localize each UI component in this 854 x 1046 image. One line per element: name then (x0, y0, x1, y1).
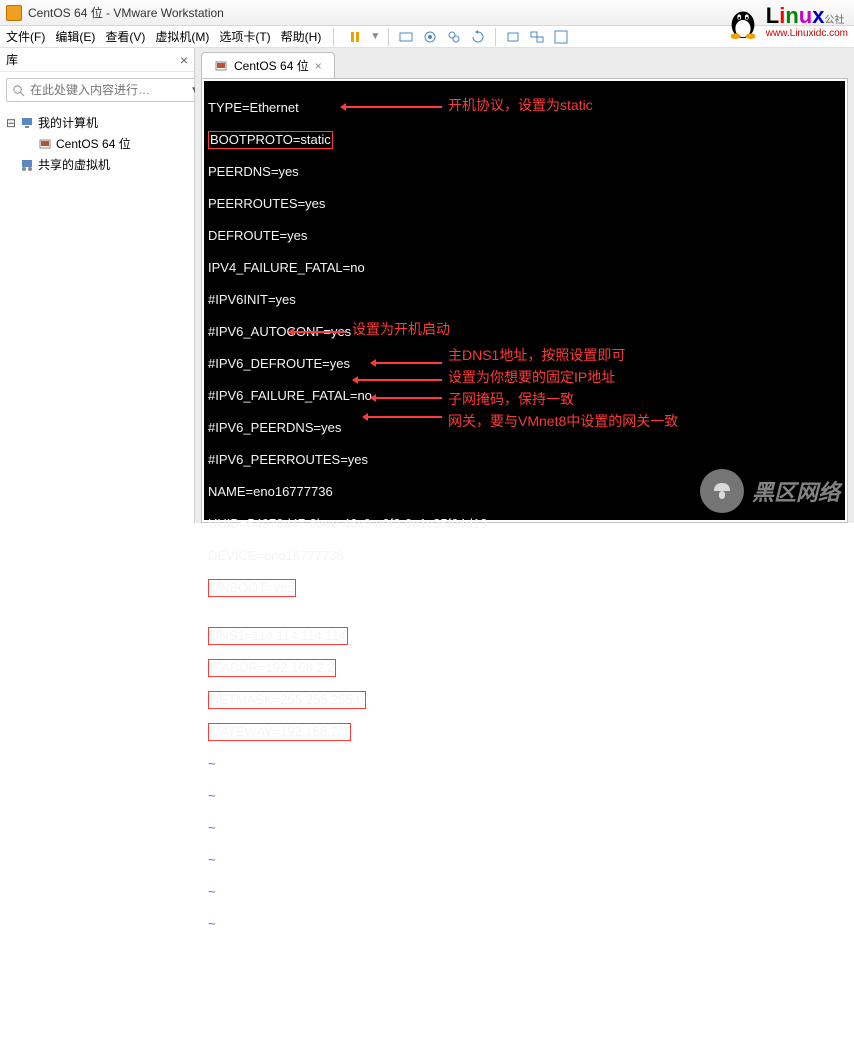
arrow-icon (364, 416, 442, 418)
snapshot-icon[interactable] (421, 28, 439, 46)
arrow-icon (354, 379, 442, 381)
highlight: DNS1=114.114.114.114 (208, 627, 348, 645)
fit-icon[interactable] (504, 28, 522, 46)
sidebar-header: 库 × (0, 48, 194, 72)
tree-label: CentOS 64 位 (56, 135, 131, 152)
terminal-tilde: ~ (208, 788, 841, 804)
terminal-line: #IPV6INIT=yes (208, 292, 841, 308)
tree-label: 我的计算机 (38, 114, 98, 131)
menu-tabs[interactable]: 选项卡(T) (219, 28, 270, 45)
annotation-onboot: 设置为开机启动 (352, 321, 450, 337)
close-icon[interactable]: × (180, 52, 188, 68)
library-tree: ⊟ 我的计算机 CentOS 64 位 共享的虚拟机 (0, 108, 194, 179)
vm-tab[interactable]: CentOS 64 位 × (201, 52, 335, 78)
annotation-dns1: 主DNS1地址，按照设置即可 (448, 347, 625, 363)
terminal-line: UUID=54970d47-8bee-46c9-a0f3-0a1c35f04d1… (208, 516, 841, 532)
search-icon (12, 84, 25, 97)
vm-icon (38, 137, 52, 151)
content-area: CentOS 64 位 × TYPE=Ethernet BOOTPROTO=st… (195, 48, 854, 523)
arrow-icon (372, 362, 442, 364)
terminal-line: ONBOOT=yes (208, 580, 841, 596)
watermark-cn: 公社 (824, 15, 844, 26)
terminal-tilde: ~ (208, 884, 841, 900)
terminal-line: PEERROUTES=yes (208, 196, 841, 212)
menu-edit[interactable]: 编辑(E) (55, 28, 95, 45)
menu-view[interactable]: 查看(V) (105, 28, 145, 45)
menu-vm[interactable]: 虚拟机(M) (155, 28, 209, 45)
highlight: GATEWAY=192.168.2.1 (208, 723, 351, 741)
app-icon (6, 5, 22, 21)
watermark-brand: Linux (766, 3, 825, 28)
terminal-line: IPADDR=192.168.2.2 (208, 660, 841, 676)
tab-strip: CentOS 64 位 × (195, 48, 854, 78)
watermark-url: www.Linuxidc.com (766, 29, 848, 39)
sidebar-title: 库 (6, 51, 18, 68)
terminal-line: BOOTPROTO=static (208, 132, 841, 148)
highlight: NETMASK=255.255.255.0 (208, 691, 366, 709)
fullscreen-icon[interactable] (552, 28, 570, 46)
dropdown-caret-icon[interactable]: ▼ (370, 31, 380, 42)
computer-icon (20, 116, 34, 130)
terminal-line: GATEWAY=192.168.2.1 (208, 724, 841, 740)
arrow-icon (372, 397, 442, 399)
menu-file[interactable]: 文件(F) (6, 28, 45, 45)
sidebar: 库 × ▼ ⊟ 我的计算机 CentOS 64 位 (0, 48, 195, 523)
separator (333, 28, 334, 46)
vm-icon (214, 59, 228, 73)
arrow-icon (290, 331, 346, 333)
mushroom-icon (700, 469, 744, 513)
terminal-tilde: ~ (208, 820, 841, 836)
watermark-linuxidc: Linux公社 www.Linuxidc.com (724, 2, 848, 40)
terminal-line: NETMASK=255.255.255.0 (208, 692, 841, 708)
terminal-frame: TYPE=Ethernet BOOTPROTO=static PEERDNS=y… (201, 78, 848, 523)
annotation-bootproto: 开机协议，设置为static (448, 97, 593, 113)
annotation-gateway: 网关，要与VMnet8中设置的网关一致 (448, 413, 678, 429)
terminal-tilde: ~ (208, 916, 841, 932)
tab-label: CentOS 64 位 (234, 57, 309, 74)
toolbar: ▼ (346, 28, 570, 46)
revert-icon[interactable] (469, 28, 487, 46)
terminal-tilde: ~ (208, 756, 841, 772)
search-input[interactable] (30, 83, 185, 97)
tree-item-shared[interactable]: 共享的虚拟机 (6, 154, 188, 175)
separator (495, 28, 496, 46)
unity-icon[interactable] (528, 28, 546, 46)
close-icon[interactable]: × (315, 59, 322, 73)
tux-icon (724, 2, 762, 40)
snapshot-manager-icon[interactable] (445, 28, 463, 46)
annotation-netmask: 子网掩码，保持一致 (448, 391, 574, 407)
send-keys-icon[interactable] (397, 28, 415, 46)
tree-toggle-icon[interactable]: ⊟ (6, 116, 16, 130)
arrow-icon (342, 106, 442, 108)
terminal-line: DNS1=114.114.114.114 (208, 628, 841, 644)
terminal-line: IPV4_FAILURE_FATAL=no (208, 260, 841, 276)
watermark-heiqu: 黑区网络 (700, 469, 840, 513)
tree-item-centos[interactable]: CentOS 64 位 (6, 133, 188, 154)
terminal-line: DEVICE=eno16777736 (208, 548, 841, 564)
window-title: CentOS 64 位 - VMware Workstation (28, 4, 224, 21)
search-box[interactable]: ▼ (6, 78, 206, 102)
annotation-ipaddr: 设置为你想要的固定IP地址 (448, 369, 615, 385)
terminal-line: DEFROUTE=yes (208, 228, 841, 244)
terminal-line: PEERDNS=yes (208, 164, 841, 180)
menu-help[interactable]: 帮助(H) (281, 28, 322, 45)
tree-item-my-computer[interactable]: ⊟ 我的计算机 (6, 112, 188, 133)
watermark-text: 黑区网络 (752, 475, 840, 507)
terminal-tilde: ~ (208, 852, 841, 868)
highlight: IPADDR=192.168.2.2 (208, 659, 336, 677)
highlight: ONBOOT=yes (208, 579, 296, 597)
separator (388, 28, 389, 46)
terminal-line: #IPV6_PEERROUTES=yes (208, 452, 841, 468)
terminal[interactable]: TYPE=Ethernet BOOTPROTO=static PEERDNS=y… (204, 81, 845, 520)
pause-icon[interactable] (346, 28, 364, 46)
tree-label: 共享的虚拟机 (38, 156, 110, 173)
shared-icon (20, 158, 34, 172)
highlight: BOOTPROTO=static (208, 131, 333, 149)
